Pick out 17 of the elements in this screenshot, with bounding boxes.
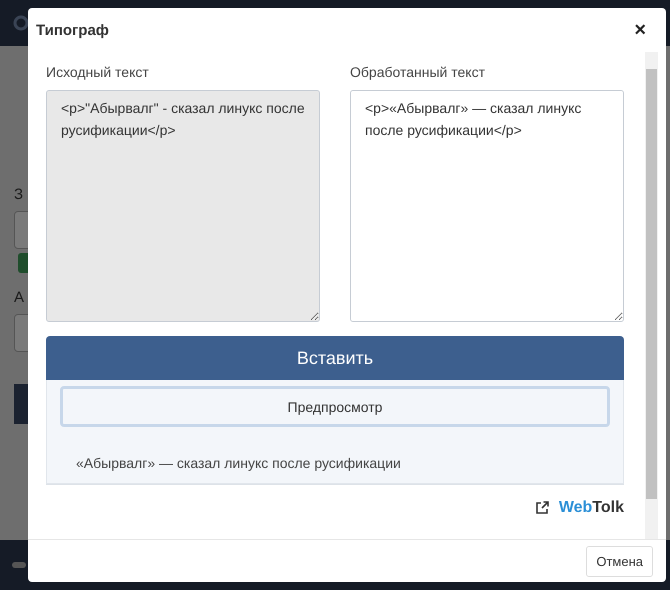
brand-link[interactable]: WebTolk bbox=[558, 499, 624, 517]
preview-text: «Абырвалг» — сказал линукс после русификации bbox=[75, 454, 402, 471]
dialog-title: Типограф bbox=[36, 22, 109, 38]
text-area[interactable]: <p>«Абырвалг» — сказал линукс после русификации</p> bbox=[350, 90, 624, 322]
close-button[interactable]: × bbox=[632, 20, 648, 40]
field-label: Исходный текст bbox=[46, 64, 150, 80]
text-area[interactable]: <p>"Абырвалг" - сказал линукс после русификации</p> bbox=[46, 90, 320, 322]
form-label: А bbox=[14, 289, 26, 306]
logo-icon bbox=[12, 14, 30, 32]
dots-icon bbox=[12, 562, 26, 568]
preview-button[interactable]: Предпросмотр bbox=[60, 386, 610, 427]
external-link-icon[interactable] bbox=[534, 501, 549, 515]
insert-button[interactable]: Вставить bbox=[46, 336, 624, 380]
scrollbar[interactable] bbox=[645, 52, 658, 539]
field-label: Обработанный текст bbox=[350, 64, 486, 80]
cancel-button[interactable]: Отмена bbox=[586, 546, 653, 576]
form-label: З bbox=[14, 186, 24, 203]
